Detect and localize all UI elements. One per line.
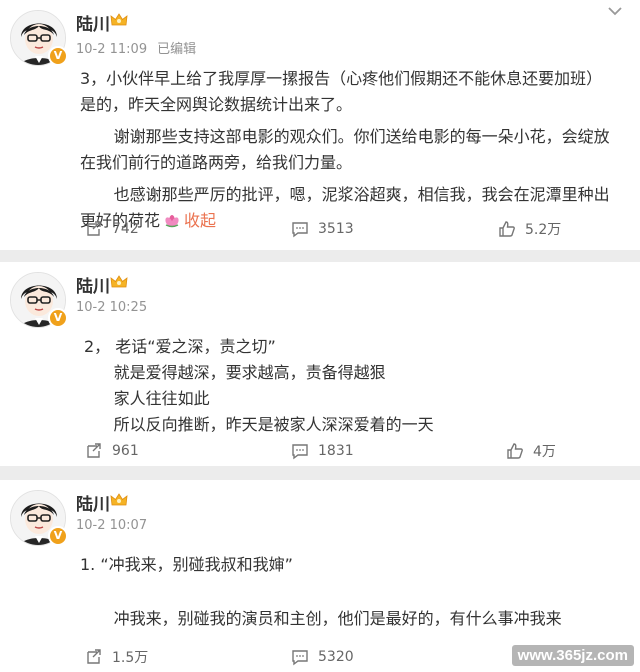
like-icon (507, 443, 523, 459)
post-card: V 陆川 10-2 10:25 2， 老话“爱之深，责之切” 就是爱得越深，要求… (0, 262, 640, 466)
post-paragraph: 冲我来，别碰我的演员和主创，他们是最好的，有什么事冲我来 (113, 609, 562, 628)
post-meta: 10-2 10:07 (76, 518, 147, 533)
repost-icon (87, 221, 101, 236)
repost-count: 1.5万 (112, 650, 149, 666)
author-name[interactable]: 陆川 (76, 272, 110, 297)
post-meta: 10-2 10:25 (76, 300, 147, 315)
post-paragraph: 所以反向推断，昨天是被家人深深爱着的一天 (113, 415, 434, 434)
post-paragraph: 谢谢那些支持这部电影的观众们。你们送给电影的每一朵小花，会绽放在我们前行的道路两… (80, 127, 610, 172)
verified-badge-icon: V (48, 46, 68, 66)
action-bar: 961 1831 4万 (0, 436, 640, 466)
repost-button[interactable]: 742 (84, 214, 139, 244)
post-paragraph: 就是爱得越深，要求越高，责备得越狠 (113, 363, 386, 382)
repost-count: 742 (112, 221, 139, 237)
post-meta: 10-2 11:09 已编辑 (76, 38, 196, 57)
action-bar: 742 3513 5.2万 (0, 214, 640, 244)
watermark: www.365jz.com (511, 645, 634, 666)
author-name[interactable]: 陆川 (76, 10, 110, 35)
comment-button[interactable]: 5320 (290, 642, 354, 672)
comment-button[interactable]: 1831 (290, 436, 354, 466)
post-paragraph: 2， 老话“爱之深，责之切” (84, 337, 276, 356)
like-button[interactable]: 4万 (505, 436, 556, 466)
crown-icon (110, 13, 128, 26)
crown-icon (110, 493, 128, 506)
crown-icon (110, 275, 128, 288)
like-button[interactable]: 5.2万 (497, 214, 561, 244)
chevron-down-icon[interactable] (606, 4, 624, 18)
repost-button[interactable]: 1.5万 (84, 642, 148, 672)
post-text: 3，小伙伴早上给了我厚厚一摞报告（心疼他们假期还不能休息还要加班）是的，昨天全网… (80, 66, 618, 234)
comment-icon (292, 222, 308, 238)
like-count: 5.2万 (525, 222, 562, 238)
repost-count: 961 (112, 443, 139, 459)
comment-count: 3513 (318, 221, 354, 237)
post-paragraph: 家人往往如此 (113, 389, 210, 408)
post-time[interactable]: 10-2 10:07 (76, 518, 147, 533)
verified-badge-icon: V (48, 526, 68, 546)
post-time[interactable]: 10-2 11:09 (76, 42, 147, 57)
comment-icon (292, 650, 308, 666)
like-icon (499, 221, 515, 237)
repost-icon (87, 649, 101, 664)
post-card: V 陆川 10-2 11:09 已编辑 3，小伙伴早上给了我厚厚一摞报告（心疼他们… (0, 0, 640, 250)
post-text: 1. “冲我来，别碰我叔和我婶” 冲我来，别碰我的演员和主创，他们是最好的，有什… (80, 552, 618, 632)
repost-button[interactable]: 961 (84, 436, 139, 466)
post-paragraph: 3，小伙伴早上给了我厚厚一摞报告（心疼他们假期还不能休息还要加班）是的，昨天全网… (80, 69, 603, 114)
edited-label: 已编辑 (157, 42, 197, 57)
post-text: 2， 老话“爱之深，责之切” 就是爱得越深，要求越高，责备得越狠 家人往往如此 … (80, 334, 618, 438)
comment-icon (292, 444, 308, 460)
author-name[interactable]: 陆川 (76, 490, 110, 515)
comment-count: 5320 (318, 649, 354, 665)
comment-count: 1831 (318, 443, 354, 459)
verified-badge-icon: V (48, 308, 68, 328)
post-card: V 陆川 10-2 10:07 1. “冲我来，别碰我叔和我婶” 冲我来，别碰我… (0, 480, 640, 672)
post-paragraph: 1. “冲我来，别碰我叔和我婶” (80, 555, 293, 574)
post-time[interactable]: 10-2 10:25 (76, 300, 147, 315)
repost-icon (87, 443, 101, 458)
like-count: 4万 (533, 444, 556, 460)
comment-button[interactable]: 3513 (290, 214, 354, 244)
